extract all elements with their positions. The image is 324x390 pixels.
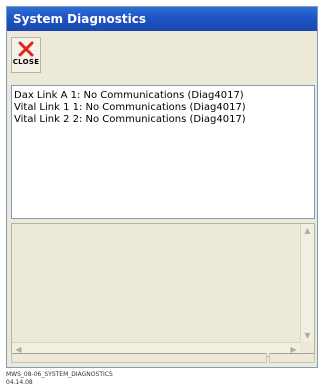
caption-line-1: MWS_08-06_SYSTEM_DIAGNOSTICS (6, 371, 113, 378)
status-bar (11, 353, 315, 363)
close-button[interactable]: CLOSE (11, 37, 41, 73)
vertical-scrollbar[interactable]: ▲ ▼ (300, 224, 314, 342)
window-title: System Diagnostics (7, 7, 317, 31)
diagnostics-message-list[interactable]: Dax Link A 1: No Communications (Diag401… (11, 85, 315, 219)
close-x-icon (18, 41, 34, 57)
toolbar: CLOSE (7, 31, 317, 81)
system-diagnostics-window: System Diagnostics CLOSE Dax Link A 1: N… (6, 6, 318, 368)
list-item[interactable]: Vital Link 2 2: No Communications (Diag4… (14, 114, 312, 126)
scroll-up-arrow-icon[interactable]: ▲ (301, 224, 314, 237)
list-item[interactable]: Dax Link A 1: No Communications (Diag401… (14, 90, 312, 102)
figure-caption: MWS_08-06_SYSTEM_DIAGNOSTICS 04.14.08 (6, 371, 113, 387)
scroll-down-arrow-icon[interactable]: ▼ (301, 329, 314, 342)
caption-line-2: 04.14.08 (6, 379, 33, 386)
status-segment-right (269, 353, 315, 363)
close-button-label: CLOSE (12, 58, 40, 66)
details-pane[interactable]: ▲ ▼ ◀ ▶ (11, 223, 315, 357)
list-item[interactable]: Vital Link 1 1: No Communications (Diag4… (14, 102, 312, 114)
status-segment-main (11, 353, 267, 363)
